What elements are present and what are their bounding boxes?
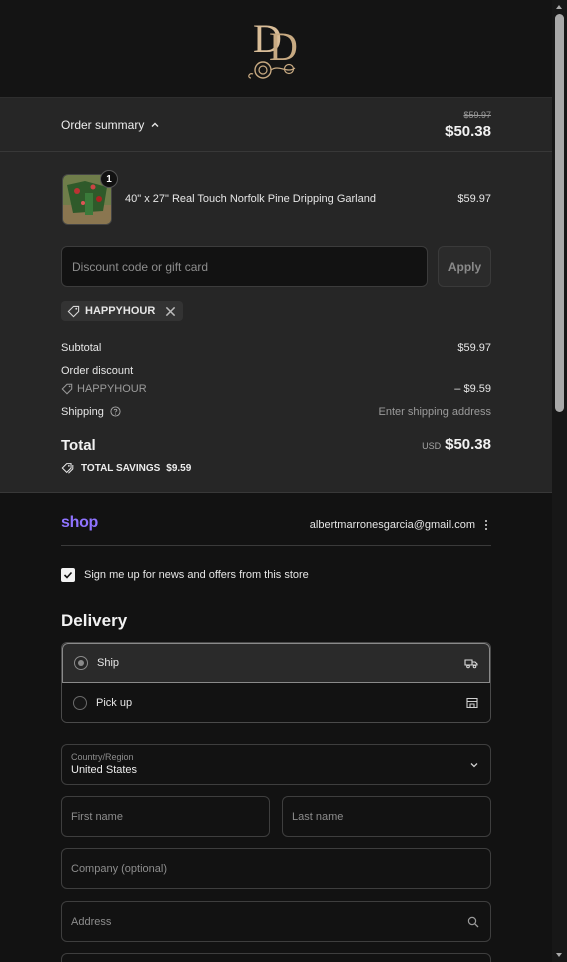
page-scrollbar[interactable] xyxy=(552,0,567,962)
discount-code-label: HAPPYHOUR xyxy=(77,383,147,395)
discount-value: – $9.59 xyxy=(454,383,491,395)
company-field[interactable]: Company (optional) xyxy=(61,848,491,889)
apartment-field[interactable] xyxy=(61,953,491,962)
delivery-option-ship[interactable]: Ship xyxy=(62,643,490,683)
account-email: albertmarronesgarcia@gmail.com xyxy=(309,519,475,531)
order-discount-row: Order discount xyxy=(61,365,491,377)
currency-code: USD xyxy=(422,441,442,451)
ship-radio[interactable] xyxy=(74,656,88,670)
subtotal-row: Subtotal $59.97 xyxy=(61,342,491,354)
quantity-badge: 1 xyxy=(100,170,118,188)
address-field[interactable]: Address xyxy=(61,901,491,942)
total-value: $50.38 xyxy=(445,436,491,453)
total-label: Total xyxy=(61,437,96,454)
store-icon xyxy=(466,697,478,709)
newsletter-checkbox[interactable] xyxy=(61,568,75,582)
country-label: Country/Region xyxy=(71,752,134,762)
first-name-field[interactable]: First name xyxy=(61,796,270,837)
discount-code-row: HAPPYHOUR – $9.59 xyxy=(61,383,491,395)
scrollbar-thumb[interactable] xyxy=(555,14,564,412)
truck-icon xyxy=(464,659,478,669)
summary-total: $50.38 xyxy=(445,123,491,140)
remove-discount-icon[interactable] xyxy=(164,305,177,318)
product-name: 40" x 27" Real Touch Norfolk Pine Drippi… xyxy=(125,193,376,205)
pickup-radio[interactable] xyxy=(73,696,87,710)
subtotal-value: $59.97 xyxy=(457,342,491,354)
last-name-field[interactable]: Last name xyxy=(282,796,491,837)
applied-discount-code: HAPPYHOUR xyxy=(85,305,156,317)
scroll-down-arrow-icon[interactable] xyxy=(556,953,562,957)
address-placeholder: Address xyxy=(71,916,112,928)
savings-label: TOTAL SAVINGS xyxy=(81,462,161,474)
store-header: D D xyxy=(0,0,552,98)
shipping-row: Shipping Enter shipping address xyxy=(61,406,491,418)
chevron-up-icon xyxy=(151,122,159,127)
shop-logo: shop xyxy=(61,514,99,531)
total-savings: TOTAL SAVINGS $9.59 xyxy=(61,462,191,474)
applied-discount-chip: HAPPYHOUR xyxy=(61,301,184,321)
subtotal-label: Subtotal xyxy=(61,342,102,354)
newsletter-label: Sign me up for news and offers from this… xyxy=(84,569,309,581)
country-select[interactable]: Country/Region United States xyxy=(61,744,491,785)
more-options-icon[interactable] xyxy=(483,518,489,532)
order-summary-toggle[interactable]: Order summary xyxy=(61,118,160,132)
ship-label: Ship xyxy=(97,657,120,669)
apply-discount-button[interactable]: Apply xyxy=(438,246,491,287)
shop-account-row: shop albertmarronesgarcia@gmail.com xyxy=(61,513,491,546)
country-value: United States xyxy=(71,764,138,776)
original-total: $59.97 xyxy=(463,110,491,120)
help-icon[interactable] xyxy=(110,406,121,417)
checkmark-icon xyxy=(63,571,73,579)
svg-text:D: D xyxy=(269,24,298,69)
company-placeholder: Company (optional) xyxy=(71,863,167,875)
order-discount-label: Order discount xyxy=(61,365,134,377)
delivery-heading: Delivery xyxy=(61,611,128,630)
order-summary-bar: Order summary $59.97 $50.38 xyxy=(0,98,552,152)
tag-icon xyxy=(61,383,73,395)
discount-code-input[interactable] xyxy=(61,246,428,287)
last-name-placeholder: Last name xyxy=(292,811,344,823)
store-logo[interactable]: D D xyxy=(245,14,307,82)
total-value-group: USD $50.38 xyxy=(422,436,491,453)
chevron-down-icon xyxy=(470,763,478,768)
savings-value: $9.59 xyxy=(166,462,192,474)
delivery-option-pickup[interactable]: Pick up xyxy=(62,683,490,722)
pickup-label: Pick up xyxy=(96,697,133,709)
order-summary-label: Order summary xyxy=(61,118,145,132)
tags-icon xyxy=(61,463,74,474)
delivery-method-group: Ship Pick up xyxy=(61,642,491,723)
shipping-value: Enter shipping address xyxy=(378,406,491,418)
product-price: $59.97 xyxy=(457,193,491,205)
shipping-label: Shipping xyxy=(61,406,104,418)
newsletter-option[interactable]: Sign me up for news and offers from this… xyxy=(61,568,309,582)
search-icon[interactable] xyxy=(467,916,479,928)
order-summary-panel: 1 40" x 27" Real Touch Norfolk Pine Drip… xyxy=(0,152,552,493)
first-name-placeholder: First name xyxy=(71,811,123,823)
tag-icon xyxy=(67,305,80,317)
scroll-up-arrow-icon[interactable] xyxy=(556,5,562,9)
